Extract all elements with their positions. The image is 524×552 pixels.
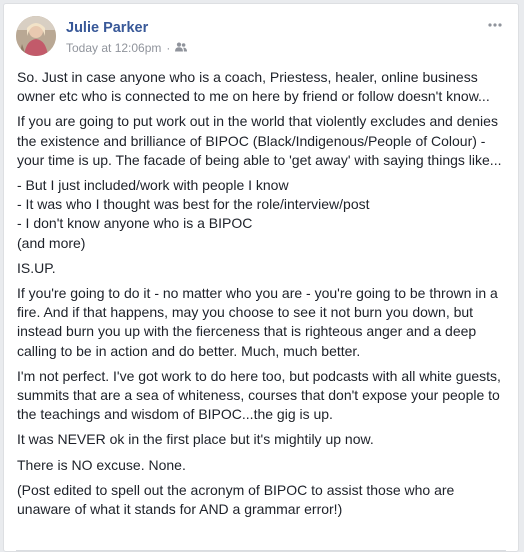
friends-icon[interactable] — [175, 41, 188, 55]
post-paragraph-fire: If you're going to do it - no matter who… — [17, 285, 498, 359]
excuse-item: (and more) — [17, 234, 86, 251]
excuse-list: - But I just included/work with people I… — [17, 176, 509, 253]
post-paragraph-never-ok: It was NEVER ok in the first place but i… — [17, 431, 374, 448]
meta-separator: · — [166, 41, 171, 55]
post-paragraph-no-excuse: There is NO excuse. None. — [17, 456, 186, 473]
post-card: Julie Parker Today at 12:06pm · So. Just — [3, 3, 519, 552]
author-name[interactable]: Julie Parker — [66, 20, 148, 36]
post-paragraph-edit-note: (Post edited to spell out the acronym of… — [17, 481, 455, 518]
post-meta: Today at 12:06pm · — [66, 41, 188, 55]
avatar[interactable] — [16, 16, 56, 56]
excuse-item: - I don't know anyone who is a BIPOC — [17, 215, 253, 232]
excuse-item: - It was who I thought was best for the … — [17, 196, 370, 213]
post-header: Julie Parker Today at 12:06pm · — [16, 16, 506, 58]
post-paragraph-warning: If you are going to put work out in the … — [17, 113, 502, 168]
more-options-icon[interactable] — [484, 18, 506, 32]
post-paragraph-intro: So. Just in case anyone who is a coach, … — [17, 69, 490, 105]
post-timestamp[interactable]: Today at 12:06pm — [66, 41, 161, 55]
post-paragraph-not-perfect: I'm not perfect. I've got work to do her… — [17, 367, 501, 423]
excuse-item: - But I just included/work with people I… — [17, 177, 289, 194]
post-paragraph-isup: IS.UP. — [17, 259, 56, 276]
divider — [16, 550, 506, 551]
avatar-image — [16, 16, 56, 56]
post-body: So. Just in case anyone who is a coach, … — [17, 68, 509, 525]
